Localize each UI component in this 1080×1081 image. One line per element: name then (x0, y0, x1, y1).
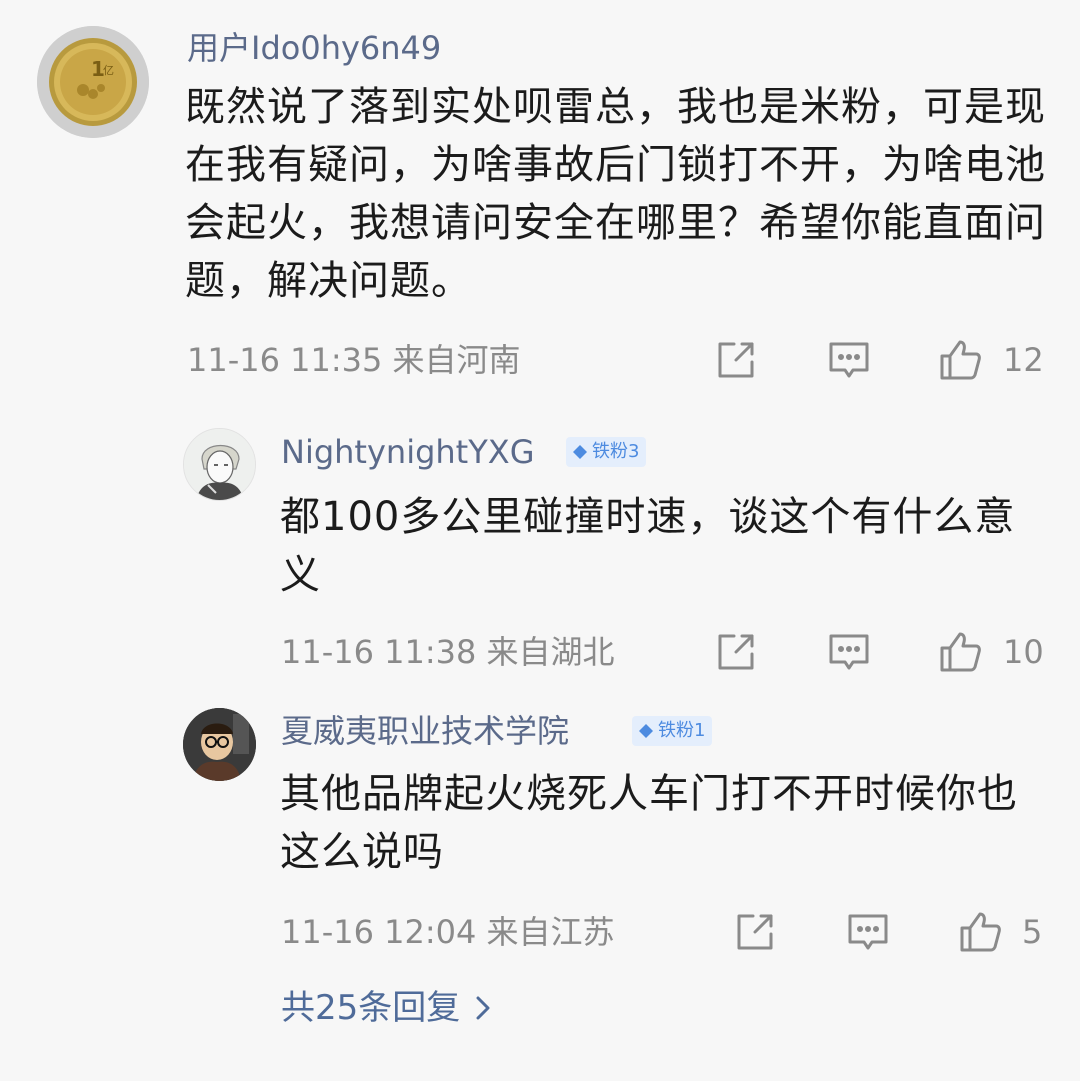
reply-timestamp: 11-16 11:38 来自湖北 (281, 633, 615, 671)
like-icon[interactable] (938, 338, 982, 382)
diamond-icon (573, 445, 587, 459)
comment-icon[interactable] (827, 338, 871, 382)
fan-badge: 铁粉3 (566, 437, 647, 467)
reply-text: 其他品牌起火烧死人车门打不开时候你也这么说吗 (280, 771, 1018, 875)
share-icon[interactable] (714, 338, 758, 382)
like-icon[interactable] (958, 910, 1002, 954)
badge-label: 铁粉3 (592, 441, 640, 462)
more-replies-label: 共25条回复 (281, 988, 461, 1028)
reply-username[interactable]: 夏威夷职业技术学院 (281, 711, 569, 751)
avatar[interactable]: 1 亿 (37, 26, 149, 138)
like-count: 5 (1022, 913, 1043, 951)
diamond-icon (639, 724, 653, 738)
anime-portrait-avatar-icon (184, 429, 255, 500)
fan-badge: 铁粉1 (632, 716, 713, 746)
comment-icon[interactable] (846, 910, 890, 954)
like-count: 10 (1003, 633, 1044, 671)
badge-label: 铁粉1 (658, 720, 706, 741)
reply-username[interactable]: NightynightYXG (281, 432, 534, 472)
comment-timestamp: 11-16 11:35 来自河南 (187, 341, 521, 379)
cartoon-glasses-avatar-icon (183, 708, 256, 781)
coin-avatar-icon: 1 亿 (37, 26, 149, 138)
comment-text: 既然说了落到实处呗雷总，我也是米粉，可是现在我有疑问，为啥事故后门锁打不开，为啥… (185, 84, 1046, 304)
comment-icon[interactable] (827, 630, 871, 674)
like-icon[interactable] (938, 630, 982, 674)
svg-text:亿: 亿 (103, 64, 114, 77)
comment-username[interactable]: 用户Ido0hy6n49 (187, 28, 441, 68)
chevron-right-icon (476, 996, 490, 1020)
reply-text: 都100多公里碰撞时速，谈这个有什么意义 (280, 494, 1016, 598)
reply-timestamp: 11-16 12:04 来自江苏 (281, 913, 615, 951)
like-count: 12 (1003, 341, 1044, 379)
share-icon[interactable] (714, 630, 758, 674)
more-replies-link[interactable]: 共25条回复 (281, 986, 492, 1030)
avatar[interactable] (183, 708, 256, 781)
share-icon[interactable] (733, 910, 777, 954)
avatar[interactable] (183, 428, 256, 501)
